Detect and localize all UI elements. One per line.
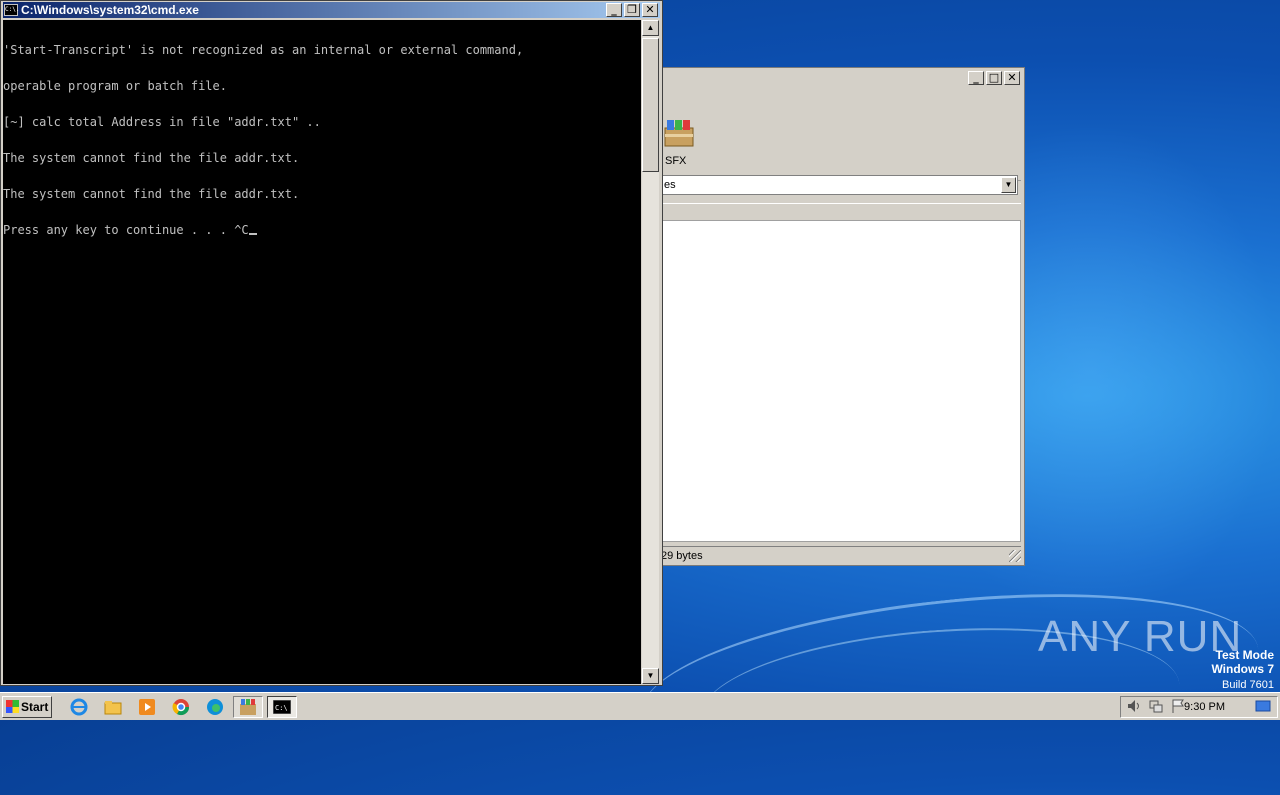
archiver-window[interactable]: _ □ ✕ SFX es ▼ 29 bytes <box>620 67 1025 566</box>
taskbar: Start C:\ 9:30 PM <box>0 692 1280 720</box>
console-line: operable program or batch file. <box>3 79 227 93</box>
file-list[interactable] <box>661 220 1021 542</box>
console-last-line: Press any key to continue . . . ^C <box>3 224 641 236</box>
console-line: The system cannot find the file addr.txt… <box>3 187 300 201</box>
resize-grip[interactable] <box>1009 550 1021 562</box>
taskbar-cmd-button[interactable]: C:\ <box>267 696 297 718</box>
console-output[interactable]: 'Start-Transcript' is not recognized as … <box>3 20 641 684</box>
start-button[interactable]: Start <box>2 696 52 718</box>
scroll-down-button[interactable]: ▼ <box>642 668 659 684</box>
cmd-close-button[interactable]: ✕ <box>642 3 658 17</box>
cmd-titlebar[interactable]: C:\. C:\Windows\system32\cmd.exe _ ❐ ✕ <box>3 2 660 18</box>
status-text: 29 bytes <box>661 550 703 562</box>
build-label: Build 7601 <box>1222 679 1274 691</box>
cmd-title: C:\Windows\system32\cmd.exe <box>21 3 199 17</box>
cmd-restore-button[interactable]: ❐ <box>624 3 640 17</box>
archiver-path-combo[interactable]: es ▼ <box>661 175 1018 195</box>
anyrun-logo: ANY RUN <box>1038 612 1243 661</box>
media-player-icon[interactable] <box>138 698 156 716</box>
file-list-header[interactable] <box>661 203 1021 221</box>
cmd-window[interactable]: C:\. C:\Windows\system32\cmd.exe _ ❐ ✕ '… <box>0 0 663 686</box>
clock[interactable]: 9:30 PM <box>1184 697 1225 717</box>
archiver-status-bar: 29 bytes <box>661 546 1021 565</box>
archiver-close-button[interactable]: ✕ <box>1004 71 1020 85</box>
archiver-toolbar: SFX <box>621 110 1021 181</box>
scroll-up-button[interactable]: ▲ <box>642 20 659 36</box>
cmd-minimize-button[interactable]: _ <box>606 3 622 17</box>
svg-text:C:\: C:\ <box>275 704 288 712</box>
network-icon[interactable] <box>1148 698 1166 716</box>
sfx-label[interactable]: SFX <box>665 155 686 167</box>
console-line: [~] calc total Address in file "addr.txt… <box>3 115 321 129</box>
cmd-vertical-scrollbar[interactable]: ▲ ▼ <box>642 20 659 684</box>
archiver-maximize-button[interactable]: □ <box>986 71 1002 85</box>
start-label: Start <box>21 700 49 714</box>
cmd-app-icon[interactable]: C:\. <box>4 4 19 16</box>
console-line: Press any key to continue . . . ^C <box>3 223 249 237</box>
windows-version-label: Windows 7 <box>1211 662 1274 676</box>
show-desktop-icon[interactable] <box>1255 698 1273 716</box>
console-line: The system cannot find the file addr.txt… <box>3 151 300 165</box>
taskbar-archiver-button[interactable] <box>233 696 263 718</box>
combo-value: es <box>664 179 676 191</box>
test-mode-label: Test Mode <box>1215 648 1274 662</box>
text-cursor <box>248 233 257 235</box>
console-line: 'Start-Transcript' is not recognized as … <box>3 43 524 57</box>
scroll-thumb[interactable] <box>642 38 659 172</box>
combo-dropdown-button[interactable]: ▼ <box>1001 177 1016 193</box>
archiver-titlebar[interactable]: _ □ ✕ <box>621 68 1024 90</box>
archiver-minimize-button[interactable]: _ <box>968 71 984 85</box>
system-tray: 9:30 PM <box>1120 696 1278 718</box>
file-explorer-icon[interactable] <box>104 698 122 716</box>
chrome-icon[interactable] <box>172 698 190 716</box>
sfx-icon[interactable] <box>663 118 695 150</box>
windows-logo-icon <box>6 700 19 713</box>
volume-icon[interactable] <box>1126 698 1144 716</box>
edge-icon[interactable] <box>206 698 224 716</box>
internet-explorer-icon[interactable] <box>70 698 88 716</box>
